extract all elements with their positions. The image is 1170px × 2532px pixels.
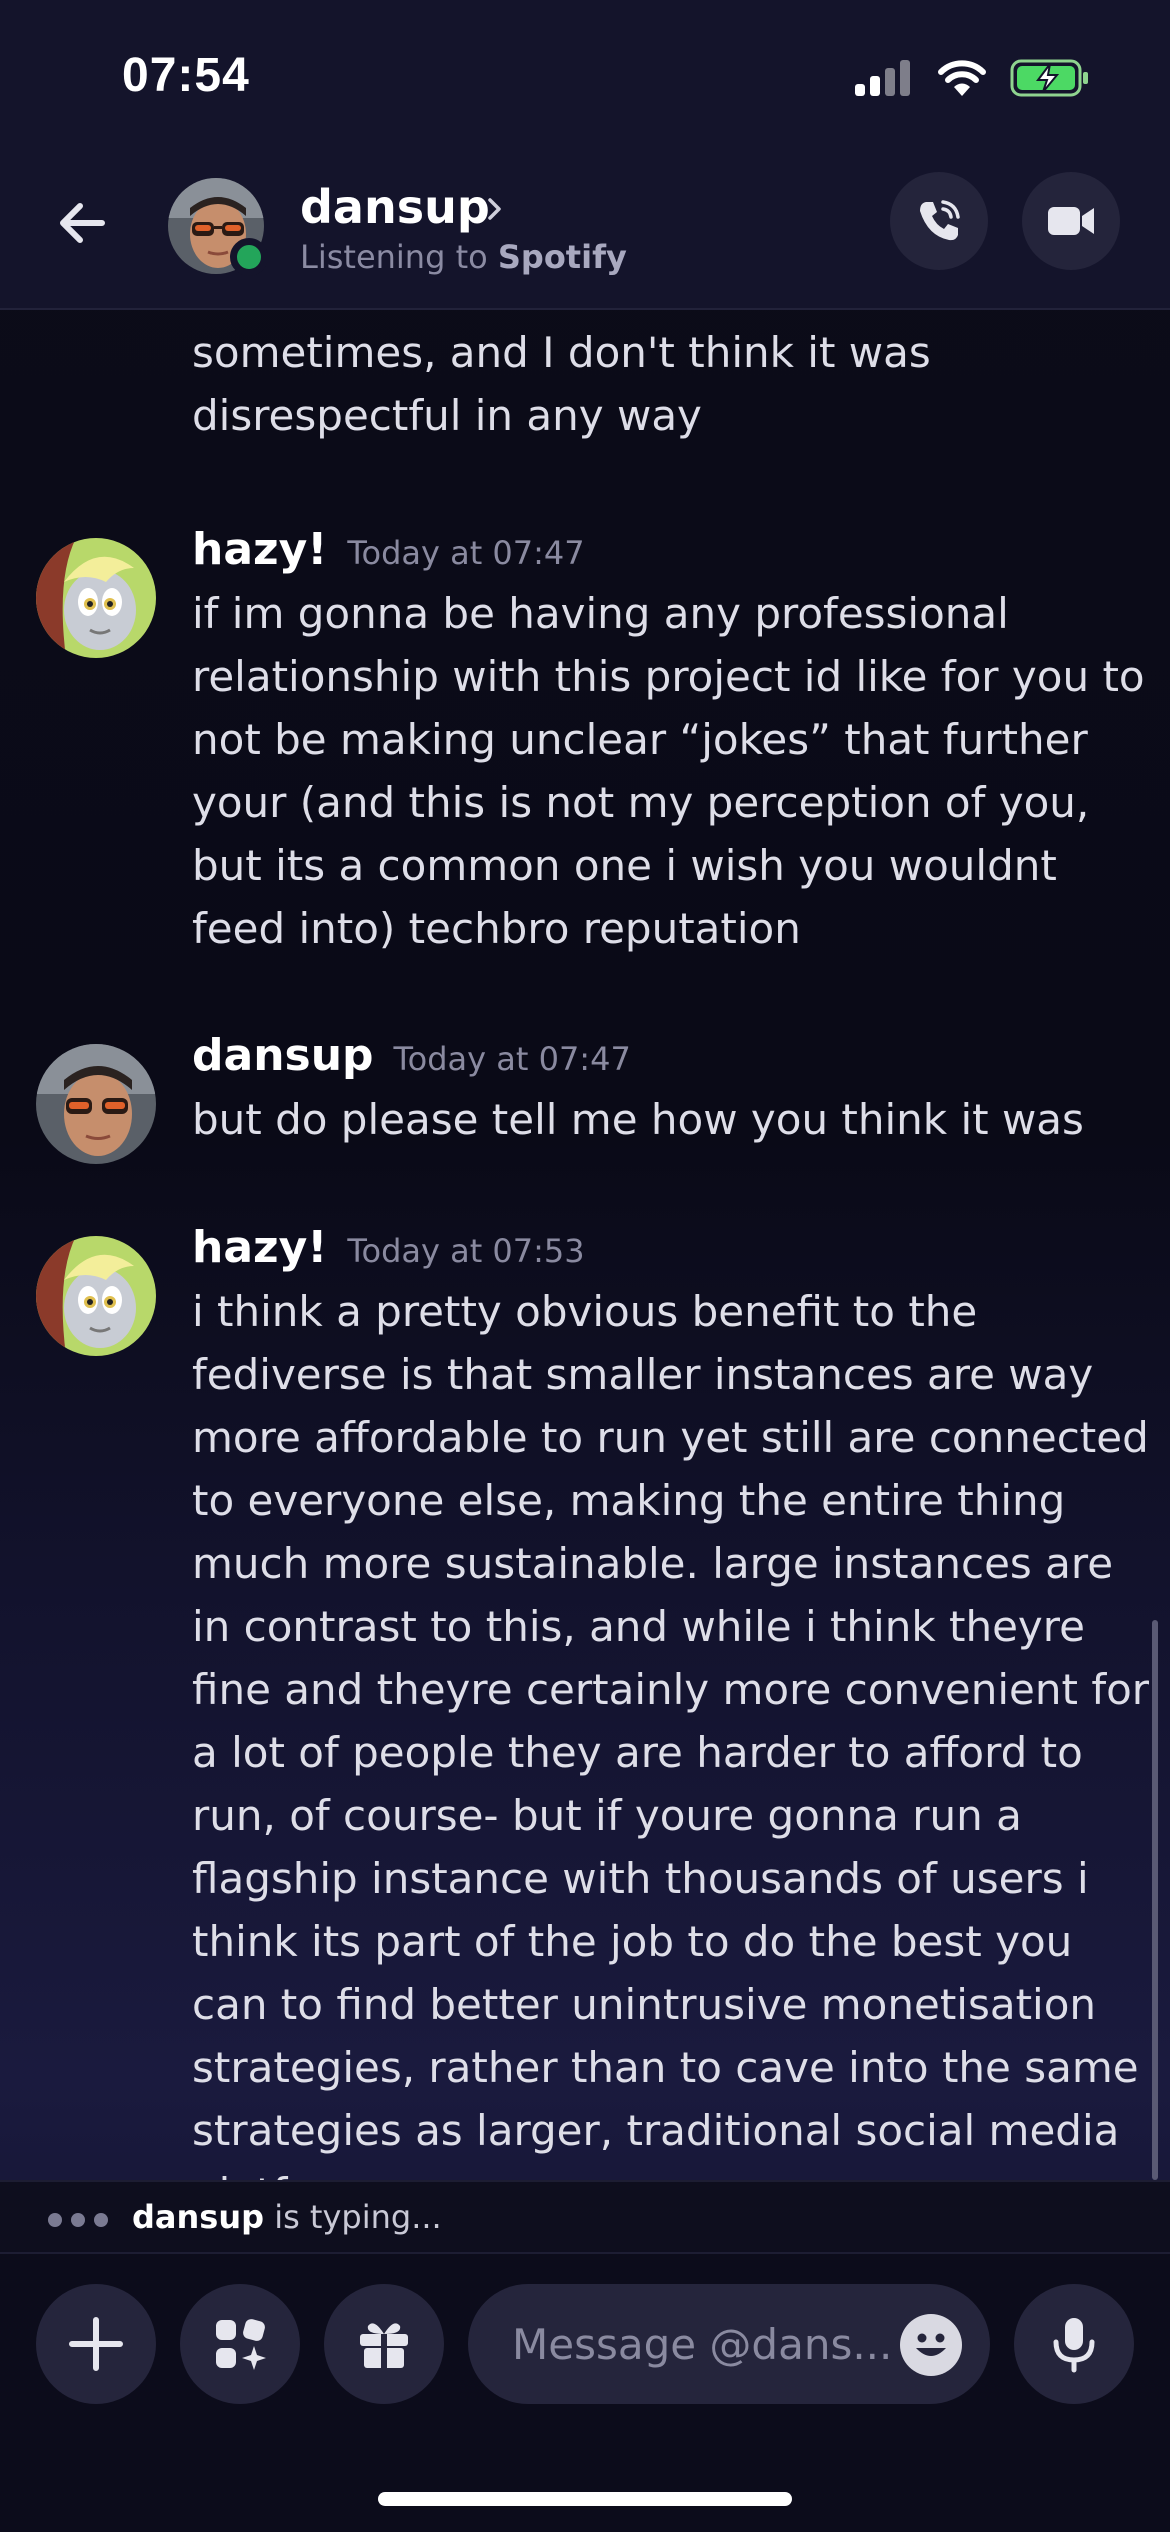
user-avatar[interactable] xyxy=(36,538,156,658)
battery-charging-icon xyxy=(1010,59,1088,97)
chat-header: dansup Listening to Spotify xyxy=(0,150,1170,310)
plus-icon xyxy=(69,2317,123,2371)
gift-icon xyxy=(360,2323,408,2368)
video-icon xyxy=(1048,207,1094,235)
activity-app: Spotify xyxy=(497,238,627,276)
back-arrow-icon[interactable] xyxy=(52,192,114,254)
author-name[interactable]: hazy! xyxy=(192,1222,327,1273)
typing-dots-icon xyxy=(48,2212,117,2231)
add-attachment-button[interactable] xyxy=(36,2284,156,2404)
message-composer xyxy=(0,2252,1170,2532)
message-timestamp: Today at 07:47 xyxy=(347,534,585,572)
chevron-right-icon[interactable] xyxy=(484,194,506,224)
activity-prefix: Listening to xyxy=(300,238,498,276)
scrollbar[interactable] xyxy=(1152,1620,1158,2180)
message-content: but do please tell me how you think it w… xyxy=(192,1095,1084,1144)
apps-icon xyxy=(216,2319,266,2370)
header-activity: Listening to Spotify xyxy=(300,238,627,276)
voice-message-button[interactable] xyxy=(1014,2284,1134,2404)
voice-call-button[interactable] xyxy=(890,172,988,270)
message-author[interactable]: hazy! Today at 07:53 xyxy=(192,1222,585,1273)
cellular-signal-icon xyxy=(855,60,915,96)
user-avatar[interactable] xyxy=(36,1236,156,1356)
message-content: if im gonna be having any professional r… xyxy=(192,589,1145,953)
typing-indicator: dansup is typing... xyxy=(0,2180,1170,2252)
message-line: disrespectful in any way xyxy=(192,391,702,440)
status-bar: 07:54 xyxy=(0,0,1170,150)
message-timestamp: Today at 07:47 xyxy=(393,1040,631,1078)
apps-button[interactable] xyxy=(180,2284,300,2404)
message-content: i think a pretty obvious benefit to the … xyxy=(192,1287,1150,2180)
status-time: 07:54 xyxy=(122,49,250,102)
microphone-icon xyxy=(1053,2318,1095,2373)
online-status-dot xyxy=(230,238,268,276)
emoji-icon[interactable] xyxy=(900,2314,962,2376)
message-timestamp: Today at 07:53 xyxy=(347,1232,585,1270)
video-call-button[interactable] xyxy=(1022,172,1120,270)
message-line: sometimes, and I don't think it was xyxy=(192,328,931,377)
message-input[interactable] xyxy=(512,2318,892,2370)
message-input-container xyxy=(468,2284,990,2404)
author-name[interactable]: dansup xyxy=(192,1030,374,1081)
message-list[interactable]: sometimes, and I don't think it was disr… xyxy=(0,312,1170,2180)
typing-text: dansup is typing... xyxy=(132,2198,442,2236)
typing-user: dansup xyxy=(132,2198,265,2236)
phone-icon xyxy=(920,200,960,241)
typing-suffix: is typing... xyxy=(264,2198,442,2236)
message-continuation: sometimes, and I don't think it was disr… xyxy=(192,312,1142,447)
user-avatar[interactable] xyxy=(36,1044,156,1164)
home-indicator[interactable] xyxy=(378,2492,792,2506)
gift-button[interactable] xyxy=(324,2284,444,2404)
author-name[interactable]: hazy! xyxy=(192,524,327,575)
message-author[interactable]: dansup Today at 07:47 xyxy=(192,1030,631,1081)
header-username[interactable]: dansup xyxy=(300,180,490,234)
message-author[interactable]: hazy! Today at 07:47 xyxy=(192,524,585,575)
wifi-icon xyxy=(938,60,986,96)
